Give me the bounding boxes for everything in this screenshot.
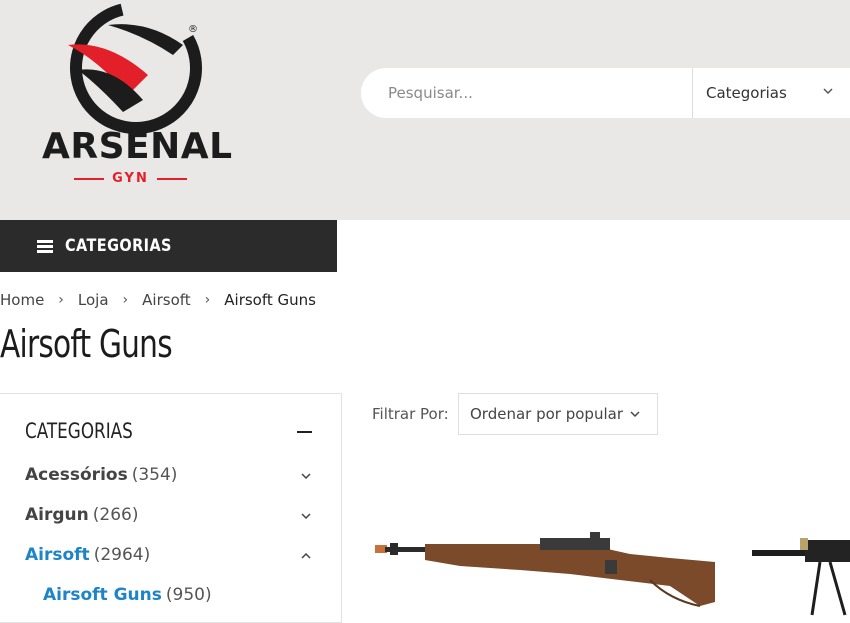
categories-menu-label: CATEGORIAS xyxy=(65,236,172,256)
category-sidebar: CATEGORIAS Acessórios (354) Airgun (266) A… xyxy=(0,393,342,623)
search-category-select[interactable]: Categorias xyxy=(692,68,850,118)
sidebar-item-label: Airgun xyxy=(25,505,89,525)
sidebar-item-count: (266) xyxy=(92,505,139,525)
sidebar-item-count: (2964) xyxy=(93,545,151,565)
sidebar-item-count: (354) xyxy=(131,465,178,485)
chevron-down-icon[interactable] xyxy=(300,510,312,522)
search-input[interactable] xyxy=(386,83,690,103)
logo-subtitle: GYN xyxy=(73,171,188,186)
sidebar-item-airsoft[interactable]: Airsoft (2964) xyxy=(25,545,150,565)
breadcrumb-loja[interactable]: Loja xyxy=(78,291,109,309)
product-image-machine-gun[interactable] xyxy=(750,530,850,617)
breadcrumb-current: Airsoft Guns xyxy=(224,291,316,309)
chevron-down-icon xyxy=(630,411,640,418)
chevron-up-icon[interactable] xyxy=(300,550,312,562)
site-header: ® ARSENAL GYN Categorias xyxy=(0,0,850,220)
sidebar-item-label: Airsoft Guns xyxy=(43,585,162,605)
breadcrumb-separator-icon: › xyxy=(204,292,211,308)
breadcrumb-separator-icon: › xyxy=(122,292,129,308)
sidebar-item-count: (950) xyxy=(165,585,212,605)
svg-text:®: ® xyxy=(188,24,198,35)
sidebar-title: CATEGORIAS xyxy=(25,419,133,443)
sort-select[interactable]: Ordenar por popular xyxy=(458,393,658,435)
logo-dash-right xyxy=(156,177,187,180)
sidebar-item-airsoft-guns[interactable]: Airsoft Guns (950) xyxy=(43,585,212,605)
sidebar-item-label: Acessórios xyxy=(25,465,128,485)
minus-icon[interactable] xyxy=(297,431,312,433)
sidebar-item-acessorios[interactable]: Acessórios (354) xyxy=(25,465,177,485)
sidebar-item-label: Airsoft xyxy=(25,545,90,565)
product-image-rifle[interactable] xyxy=(370,530,720,610)
logo-dash-left xyxy=(74,177,105,180)
filter-label: Filtrar Por: xyxy=(372,405,449,423)
chevron-down-icon[interactable] xyxy=(300,470,312,482)
categories-menu-bar[interactable]: CATEGORIAS xyxy=(0,220,337,272)
breadcrumb-airsoft[interactable]: Airsoft xyxy=(142,291,191,309)
breadcrumb-home[interactable]: Home xyxy=(0,291,44,309)
menu-icon xyxy=(37,239,53,253)
search-bar: Categorias xyxy=(361,68,850,118)
page-title: Airsoft Guns xyxy=(0,322,173,366)
chevron-down-icon xyxy=(823,88,833,95)
breadcrumb: Home › Loja › Airsoft › Airsoft Guns xyxy=(0,289,316,311)
sort-select-value: Ordenar por popular xyxy=(470,405,623,423)
breadcrumb-separator-icon: › xyxy=(58,292,64,308)
search-category-label: Categorias xyxy=(706,84,787,102)
logo-sub-text: GYN xyxy=(112,171,149,186)
logo-wordmark: ARSENAL xyxy=(42,126,233,167)
sidebar-item-airgun[interactable]: Airgun (266) xyxy=(25,505,138,525)
